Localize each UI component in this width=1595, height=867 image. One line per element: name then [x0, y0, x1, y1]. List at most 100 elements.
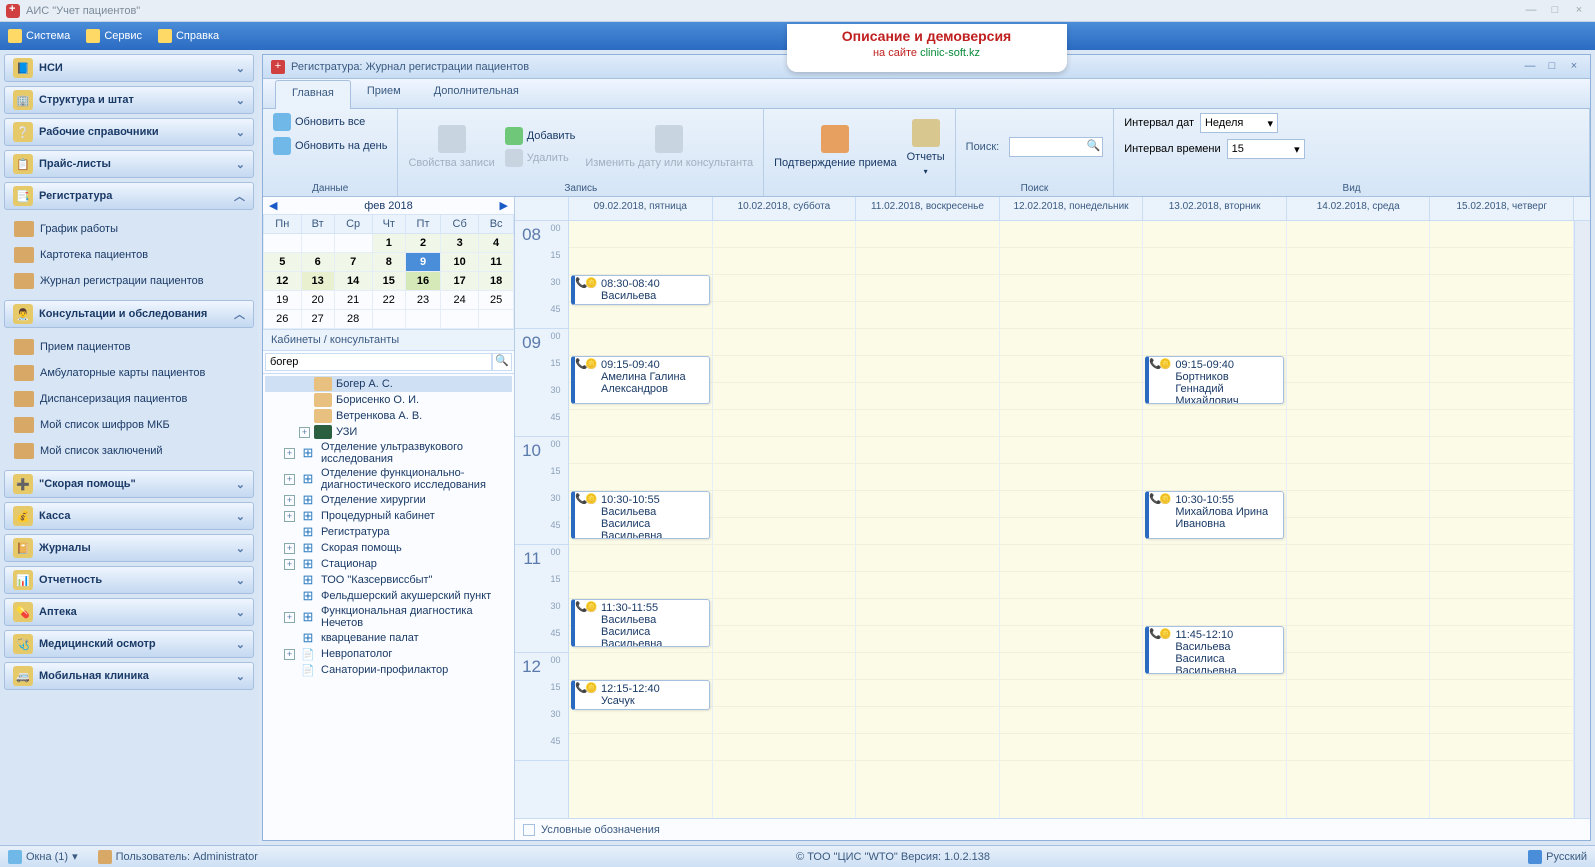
group-apteka[interactable]: 💊Аптека⌄ — [4, 598, 254, 626]
consult-ambcards[interactable]: Амбулаторные карты пациентов — [8, 360, 250, 386]
maximize-button[interactable]: □ — [1545, 4, 1565, 18]
group-ambulance[interactable]: ➕"Скорая помощь"⌄ — [4, 470, 254, 498]
calendar-day[interactable]: 27 — [301, 310, 334, 329]
day-column[interactable] — [713, 221, 857, 818]
calendar-day[interactable]: 12 — [264, 272, 302, 291]
tab-main[interactable]: Главная — [275, 80, 351, 109]
rooms-search-button[interactable]: 🔍 — [492, 353, 512, 371]
appointment[interactable]: 12:15-12:40Усачук — [571, 680, 710, 710]
registry-schedule[interactable]: График работы — [8, 216, 250, 242]
appointment[interactable]: 11:30-11:55Васильева Василиса Васильевна — [571, 599, 710, 647]
calendar-day[interactable]: 16 — [406, 272, 441, 291]
tree-expander[interactable]: + — [299, 427, 310, 438]
group-reports[interactable]: 📊Отчетность⌄ — [4, 566, 254, 594]
date-interval-select[interactable]: Неделя▾ — [1200, 113, 1278, 133]
tree-item[interactable]: +Отделение ультразвукового исследования — [265, 440, 512, 466]
tab-additional[interactable]: Дополнительная — [418, 79, 536, 108]
tree-item[interactable]: кварцевание палат — [265, 630, 512, 646]
group-mobile[interactable]: 🚐Мобильная клиника⌄ — [4, 662, 254, 690]
menu-service[interactable]: Сервис — [86, 29, 142, 43]
language-button[interactable]: Русский — [1528, 850, 1587, 864]
day-header[interactable]: 11.02.2018, воскресенье — [856, 197, 1000, 220]
minimize-button[interactable]: — — [1521, 4, 1541, 18]
calendar-day[interactable]: 5 — [264, 253, 302, 272]
calendar-day[interactable]: 26 — [264, 310, 302, 329]
day-column[interactable] — [1000, 221, 1144, 818]
tree-expander[interactable]: + — [284, 474, 295, 485]
tree-item[interactable]: +Отделение функционально-диагностическог… — [265, 466, 512, 492]
tree-item[interactable]: ТОО "Казсервиссбыт" — [265, 572, 512, 588]
tree-item[interactable]: +Невропатолог — [265, 646, 512, 662]
appointment[interactable]: 11:45-12:10Васильева Василиса Васильевна — [1145, 626, 1284, 674]
inner-close-button[interactable]: × — [1566, 60, 1582, 74]
confirm-button[interactable]: Подтверждение приема — [774, 125, 897, 169]
calendar-day[interactable]: 17 — [441, 272, 479, 291]
appointment[interactable]: 08:30-08:40Васильева — [571, 275, 710, 305]
calendar-day[interactable]: 14 — [334, 272, 372, 291]
calendar-day[interactable]: 28 — [334, 310, 372, 329]
calendar-day[interactable]: 8 — [372, 253, 406, 272]
tree-expander[interactable]: + — [284, 543, 295, 554]
tree-item[interactable]: +Отделение хирургии — [265, 492, 512, 508]
calendar-day[interactable]: 10 — [441, 253, 479, 272]
appointment[interactable]: 09:15-09:40Амелина Галина Александров — [571, 356, 710, 404]
calendar-day[interactable]: 7 — [334, 253, 372, 272]
calendar-day[interactable]: 11 — [479, 253, 514, 272]
calendar-day[interactable]: 3 — [441, 234, 479, 253]
tree-expander[interactable]: + — [284, 649, 295, 660]
group-consult[interactable]: 👨‍⚕️Консультации и обследования︿ — [4, 300, 254, 328]
tree-item[interactable]: Санатории-профилактор — [265, 662, 512, 678]
inner-maximize-button[interactable]: □ — [1544, 60, 1560, 74]
tree-item[interactable]: Богер А. С. — [265, 376, 512, 392]
consult-dispens[interactable]: Диспансеризация пациентов — [8, 386, 250, 412]
consult-reception[interactable]: Прием пациентов — [8, 334, 250, 360]
calendar-day[interactable]: 18 — [479, 272, 514, 291]
calendar-day[interactable]: 9 — [406, 253, 441, 272]
consult-mkb[interactable]: Мой список шифров МКБ — [8, 412, 250, 438]
tree-expander[interactable]: + — [284, 448, 295, 459]
group-workref[interactable]: ❔Рабочие справочники⌄ — [4, 118, 254, 146]
day-header[interactable]: 14.02.2018, среда — [1287, 197, 1431, 220]
calendar-day[interactable]: 13 — [301, 272, 334, 291]
calendar-day[interactable]: 4 — [479, 234, 514, 253]
day-header[interactable]: 09.02.2018, пятница — [569, 197, 713, 220]
menu-help[interactable]: Справка — [158, 29, 219, 43]
tree-item[interactable]: +Стационар — [265, 556, 512, 572]
vertical-scrollbar[interactable] — [1574, 221, 1590, 818]
add-button[interactable]: Добавить — [505, 127, 576, 145]
group-medexam[interactable]: 🩺Медицинский осмотр⌄ — [4, 630, 254, 658]
day-header[interactable]: 15.02.2018, четверг — [1430, 197, 1574, 220]
tree-item[interactable]: Борисенко О. И. — [265, 392, 512, 408]
tab-reception[interactable]: Прием — [351, 79, 418, 108]
day-column[interactable]: 09:15-09:40Бортников Геннадий Михайлович… — [1143, 221, 1287, 818]
appointment[interactable]: 10:30-10:55Васильева Василиса Васильевна — [571, 491, 710, 539]
calendar-day[interactable]: 22 — [372, 291, 406, 310]
registry-patients[interactable]: Картотека пациентов — [8, 242, 250, 268]
day-column[interactable]: 08:30-08:40Васильева 09:15-09:40Амелина Г… — [569, 221, 713, 818]
group-price[interactable]: 📋Прайс-листы⌄ — [4, 150, 254, 178]
tree-item[interactable]: Регистратура — [265, 524, 512, 540]
group-journals[interactable]: 📔Журналы⌄ — [4, 534, 254, 562]
scheduler-body[interactable]: 0800153045090015304510001530451100153045… — [515, 221, 1590, 818]
tree-expander[interactable]: + — [284, 511, 295, 522]
registry-journal[interactable]: Журнал регистрации пациентов — [8, 268, 250, 294]
cal-next-button[interactable]: ▶ — [500, 199, 508, 212]
tree-item[interactable]: +Функциональная диагностика Нечетов — [265, 604, 512, 630]
day-column[interactable] — [856, 221, 1000, 818]
day-column[interactable] — [1430, 221, 1574, 818]
tree-expander[interactable]: + — [284, 612, 295, 623]
close-button[interactable]: × — [1569, 4, 1589, 18]
calendar-day[interactable]: 25 — [479, 291, 514, 310]
group-structure[interactable]: 🏢Структура и штат⌄ — [4, 86, 254, 114]
consult-conclusions[interactable]: Мой список заключений — [8, 438, 250, 464]
tree-item[interactable]: Фельдшерский акушерский пункт — [265, 588, 512, 604]
tree-expander[interactable]: + — [284, 559, 295, 570]
appointment[interactable]: 09:15-09:40Бортников Геннадий Михайлович — [1145, 356, 1284, 404]
calendar-day[interactable]: 15 — [372, 272, 406, 291]
calendar-day[interactable]: 6 — [301, 253, 334, 272]
appointment[interactable]: 10:30-10:55Михайлова Ирина Ивановна — [1145, 491, 1284, 539]
calendar-day[interactable]: 1 — [372, 234, 406, 253]
group-nsi[interactable]: 📘НСИ⌄ — [4, 54, 254, 82]
tree-expander[interactable]: + — [284, 495, 295, 506]
day-header[interactable]: 13.02.2018, вторник — [1143, 197, 1287, 220]
